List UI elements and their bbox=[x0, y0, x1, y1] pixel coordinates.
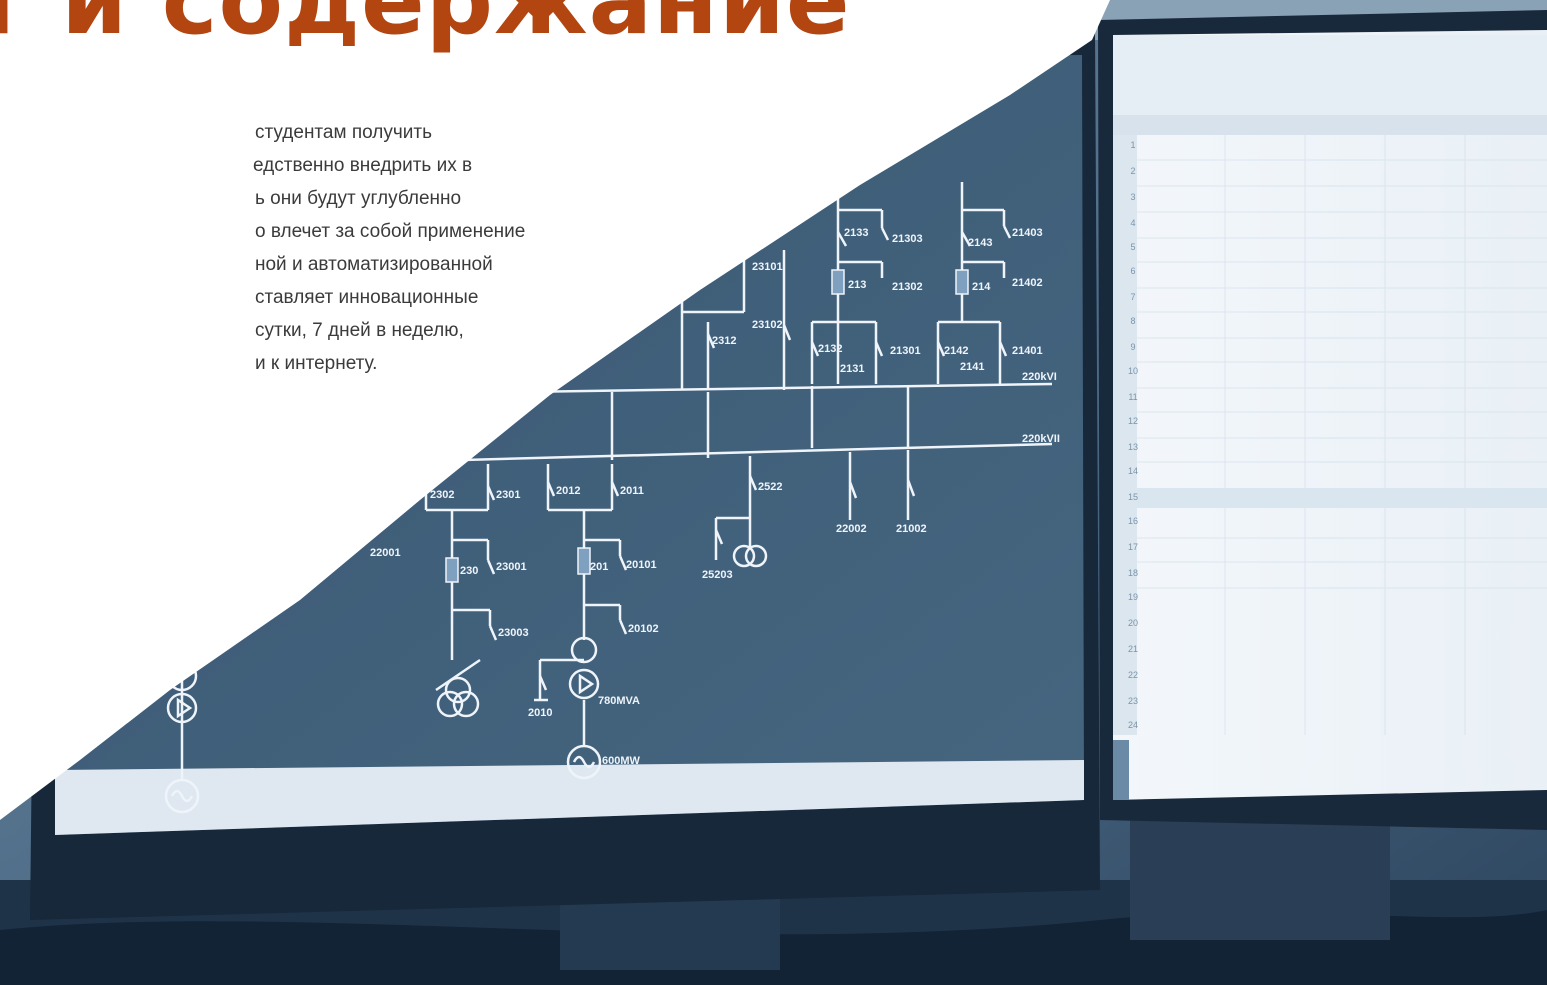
body-text-line: ной и автоматизированной bbox=[255, 254, 493, 275]
body-text-line: едственно внедрить их в bbox=[253, 155, 473, 176]
body-text-line: о влечет за собой применение bbox=[255, 221, 526, 242]
body-text-line: ставляет инновационные bbox=[255, 287, 479, 308]
body-text-line: и к интернету. bbox=[255, 353, 378, 374]
section-body-text: студентам получить едственно внедрить их… bbox=[0, 116, 526, 380]
body-text-line: ь они будут углубленно bbox=[255, 188, 462, 209]
body-text-line: сутки, 7 дней в неделю, bbox=[255, 320, 464, 341]
section-heading: т и содержание bbox=[0, 0, 851, 56]
body-text-line: студентам получить bbox=[255, 122, 432, 143]
